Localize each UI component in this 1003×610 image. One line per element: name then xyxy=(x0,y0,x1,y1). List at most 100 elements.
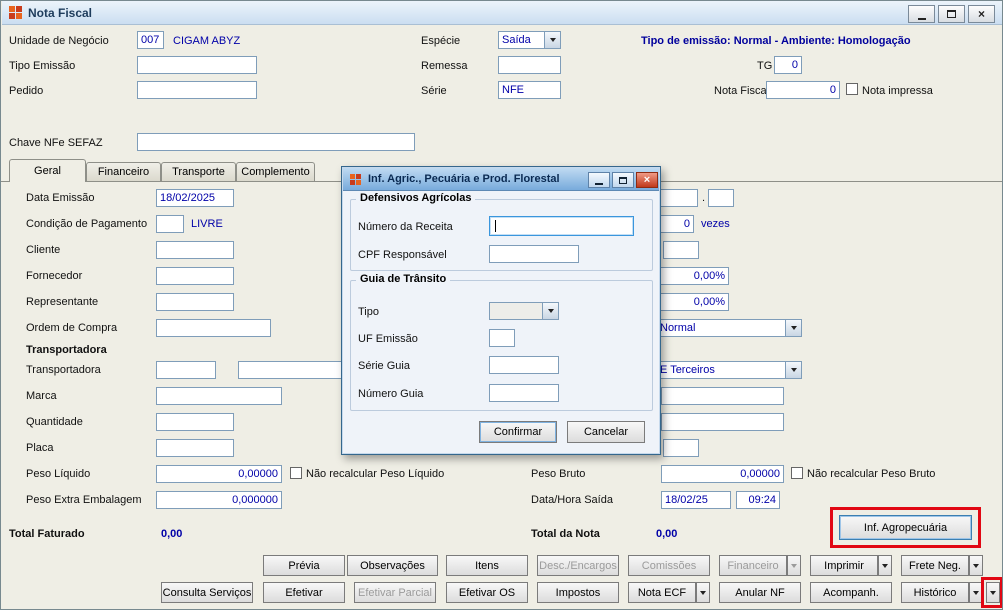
numero-receita-field[interactable] xyxy=(489,216,634,236)
inf-agropecuaria-dialog: Inf. Agric., Pecuária e Prod. Florestal … xyxy=(341,166,661,455)
cfop-sub-field[interactable] xyxy=(708,189,734,207)
nota-ecf-button[interactable]: Nota ECF xyxy=(628,582,696,603)
dropdown-arrow-icon[interactable] xyxy=(785,362,801,378)
percent-field-2[interactable]: 0,00% xyxy=(653,293,729,311)
frete-por-value: E Terceiros xyxy=(660,364,715,376)
maximize-button[interactable] xyxy=(938,5,965,23)
uf-emissao-field[interactable] xyxy=(489,329,515,347)
company-name: CIGAM ABYZ xyxy=(173,35,241,47)
total-nota-label: Total da Nota xyxy=(531,528,600,540)
minimize-button[interactable] xyxy=(908,5,935,23)
chave-nfe-field[interactable] xyxy=(137,133,415,151)
percent-field-1[interactable]: 0,00% xyxy=(653,267,729,285)
frete-por-select[interactable]: E Terceiros xyxy=(656,361,802,379)
peso-liquido-field[interactable]: 0,00000 xyxy=(156,465,282,483)
imprimir-button[interactable]: Imprimir xyxy=(810,555,878,576)
hora-saida-field[interactable]: 09:24 xyxy=(736,491,780,509)
placa-field[interactable] xyxy=(156,439,234,457)
nota-impressa-checkbox[interactable] xyxy=(846,83,858,95)
dropdown-arrow-icon xyxy=(791,564,797,571)
serie-guia-label: Série Guia xyxy=(358,360,410,372)
financeiro-dropdown-button xyxy=(787,555,801,576)
data-hora-saida-label: Data/Hora Saída xyxy=(531,494,613,506)
fornecedor-field[interactable] xyxy=(156,267,234,285)
nota-ecf-dropdown-button[interactable] xyxy=(696,582,710,603)
dialog-logo-icon xyxy=(350,174,355,179)
right-small-field-1[interactable] xyxy=(663,241,699,259)
dropdown-arrow-icon[interactable] xyxy=(542,303,558,319)
dropdown-arrow-icon xyxy=(973,564,979,571)
serie-field[interactable]: NFE xyxy=(498,81,561,99)
tg-label: TG xyxy=(757,60,773,72)
consulta-servicos-button[interactable]: Consulta Serviços xyxy=(161,582,253,603)
tipo-select[interactable] xyxy=(489,302,559,320)
dialog-close-button[interactable]: × xyxy=(636,172,658,188)
marca-field[interactable] xyxy=(156,387,282,405)
close-button[interactable]: × xyxy=(968,5,995,23)
ordem-compra-field[interactable] xyxy=(156,319,271,337)
confirmar-button[interactable]: Confirmar xyxy=(479,421,557,443)
dropdown-arrow-icon[interactable] xyxy=(785,320,801,336)
imprimir-dropdown-button[interactable] xyxy=(878,555,892,576)
emission-banner: Tipo de emissão: Normal - Ambiente: Homo… xyxy=(641,35,911,47)
cfop-field[interactable] xyxy=(658,189,698,207)
tab-financeiro[interactable]: Financeiro xyxy=(86,162,161,181)
historico-button[interactable]: Histórico xyxy=(901,582,969,603)
transportadora-code-field[interactable] xyxy=(156,361,216,379)
impostos-button[interactable]: Impostos xyxy=(537,582,619,603)
cliente-field[interactable] xyxy=(156,241,234,259)
representante-label: Representante xyxy=(26,296,99,308)
uf-placa-field[interactable] xyxy=(663,439,699,457)
nao-recalcular-peso-bruto-checkbox[interactable] xyxy=(791,467,803,479)
peso-bruto-field[interactable]: 0,00000 xyxy=(661,465,784,483)
especie-select[interactable]: Saída xyxy=(498,31,561,49)
efetivar-os-button[interactable]: Efetivar OS xyxy=(446,582,528,603)
nota-fiscal-window: Nota Fiscal × Unidade de Negócio 007 CIG… xyxy=(0,0,1003,610)
right-field-3[interactable] xyxy=(661,413,784,431)
comissoes-button: Comissões xyxy=(628,555,710,576)
nao-recalcular-peso-liquido-checkbox[interactable] xyxy=(290,467,302,479)
tipo-frete-select[interactable]: Normal xyxy=(656,319,802,337)
cfop-separator: . xyxy=(702,192,706,204)
transportadora-name-field[interactable] xyxy=(238,361,358,379)
tab-transporte[interactable]: Transporte xyxy=(161,162,236,181)
dropdown-arrow-icon[interactable] xyxy=(544,32,560,48)
previa-button[interactable]: Prévia xyxy=(263,555,345,576)
maximize-icon xyxy=(619,176,627,184)
anular-nf-button[interactable]: Anular NF xyxy=(719,582,801,603)
quantidade-field[interactable] xyxy=(156,413,234,431)
annotation-highlight-dropdown xyxy=(981,577,1002,608)
data-saida-field[interactable]: 18/02/25 xyxy=(661,491,731,509)
serie-guia-field[interactable] xyxy=(489,356,559,374)
total-faturado-value: 0,00 xyxy=(161,528,183,540)
dropdown-arrow-icon xyxy=(973,591,979,598)
dialog-maximize-button[interactable] xyxy=(612,172,634,188)
numero-guia-field[interactable] xyxy=(489,384,559,402)
tipo-emissao-field[interactable] xyxy=(137,56,257,74)
itens-button[interactable]: Itens xyxy=(446,555,528,576)
unidade-negocio-field[interactable]: 007 xyxy=(137,31,164,49)
quantidade-label: Quantidade xyxy=(26,416,83,428)
frete-neg-dropdown-button[interactable] xyxy=(969,555,983,576)
condicao-pagamento-field[interactable] xyxy=(156,215,184,233)
remessa-field[interactable] xyxy=(498,56,561,74)
tipo-label: Tipo xyxy=(358,306,379,318)
cancelar-button[interactable]: Cancelar xyxy=(567,421,645,443)
cpf-responsavel-field[interactable] xyxy=(489,245,579,263)
data-emissao-field[interactable]: 18/02/2025 xyxy=(156,189,234,207)
tab-complemento[interactable]: Complemento xyxy=(236,162,315,181)
nota-fiscal-field[interactable]: 0 xyxy=(766,81,840,99)
right-field-2[interactable] xyxy=(661,387,784,405)
peso-extra-field[interactable]: 0,000000 xyxy=(156,491,282,509)
efetivar-button[interactable]: Efetivar xyxy=(263,582,345,603)
dialog-minimize-button[interactable] xyxy=(588,172,610,188)
representante-field[interactable] xyxy=(156,293,234,311)
uf-emissao-label: UF Emissão xyxy=(358,333,418,345)
acompanh-button[interactable]: Acompanh. xyxy=(810,582,892,603)
tab-geral[interactable]: Geral xyxy=(9,159,86,182)
pedido-field[interactable] xyxy=(137,81,257,99)
pedido-label: Pedido xyxy=(9,85,44,97)
tg-field[interactable]: 0 xyxy=(774,56,802,74)
observacoes-button[interactable]: Observações xyxy=(347,555,438,576)
frete-neg-button[interactable]: Frete Neg. xyxy=(901,555,969,576)
